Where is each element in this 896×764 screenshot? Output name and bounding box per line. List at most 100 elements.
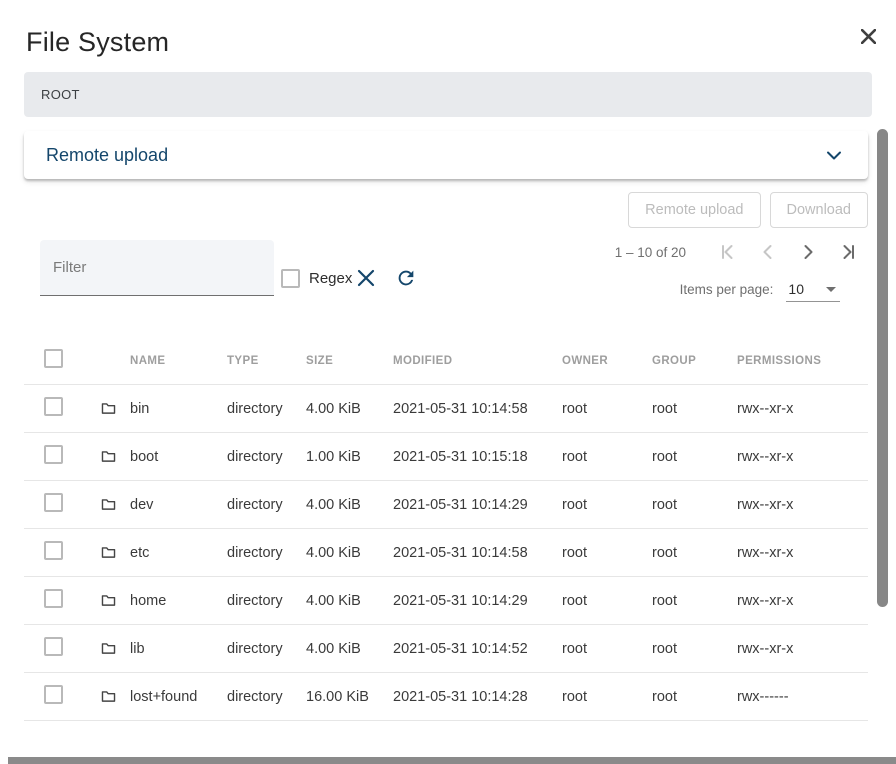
file-modified: 2021-05-31 10:14:58 xyxy=(393,545,562,561)
row-checkbox[interactable] xyxy=(44,445,63,464)
file-name[interactable]: boot xyxy=(130,449,158,465)
folder-icon xyxy=(100,592,117,609)
items-per-page-label: Items per page: xyxy=(680,282,774,297)
last-page-button[interactable] xyxy=(828,234,868,270)
file-size: 1.00 KiB xyxy=(306,449,393,465)
regex-option: Regex xyxy=(281,262,352,294)
clear-filter-button[interactable] xyxy=(353,265,379,291)
file-group: root xyxy=(652,545,737,561)
file-permissions: rwx--xr-x xyxy=(737,641,868,657)
file-group: root xyxy=(652,497,737,513)
panel-title: Remote upload xyxy=(46,145,168,166)
header-modified: MODIFIED xyxy=(393,355,562,367)
horizontal-scrollbar-thumb[interactable] xyxy=(8,757,896,764)
toolbar: Remote upload Download xyxy=(628,192,868,228)
file-name[interactable]: bin xyxy=(130,401,149,417)
select-all-checkbox[interactable] xyxy=(44,349,63,368)
last-page-icon xyxy=(836,240,860,264)
table-row[interactable]: lib directory 4.00 KiB 2021-05-31 10:14:… xyxy=(24,625,868,673)
file-owner: root xyxy=(562,497,652,513)
file-group: root xyxy=(652,449,737,465)
table-row[interactable]: lost+found directory 16.00 KiB 2021-05-3… xyxy=(24,673,868,721)
row-checkbox[interactable] xyxy=(44,685,63,704)
dropdown-caret-icon xyxy=(826,287,836,292)
file-permissions: rwx--xr-x xyxy=(737,497,868,513)
clear-icon xyxy=(356,268,376,288)
regex-label: Regex xyxy=(309,270,352,287)
paginator-range-label: 1 – 10 of 20 xyxy=(615,245,686,260)
file-modified: 2021-05-31 10:14:29 xyxy=(393,497,562,513)
paginator: 1 – 10 of 20 xyxy=(615,234,868,270)
file-type: directory xyxy=(227,401,306,417)
folder-icon xyxy=(100,496,117,513)
file-owner: root xyxy=(562,401,652,417)
row-checkbox[interactable] xyxy=(44,541,63,560)
file-group: root xyxy=(652,689,737,705)
vertical-scrollbar-thumb[interactable] xyxy=(877,129,888,607)
header-permissions: PERMISSIONS xyxy=(737,355,868,367)
items-per-page-value: 10 xyxy=(788,281,804,297)
chevron-down-icon xyxy=(822,143,846,167)
file-size: 4.00 KiB xyxy=(306,593,393,609)
remote-upload-button[interactable]: Remote upload xyxy=(628,192,760,228)
download-button[interactable]: Download xyxy=(770,192,869,228)
file-type: directory xyxy=(227,449,306,465)
file-type: directory xyxy=(227,593,306,609)
previous-page-icon xyxy=(756,240,780,264)
previous-page-button[interactable] xyxy=(748,234,788,270)
file-modified: 2021-05-31 10:14:52 xyxy=(393,641,562,657)
filter-input[interactable] xyxy=(40,259,274,276)
file-type: directory xyxy=(227,689,306,705)
first-page-button[interactable] xyxy=(708,234,748,270)
file-name[interactable]: home xyxy=(130,593,166,609)
folder-icon xyxy=(100,544,117,561)
table-row[interactable]: bin directory 4.00 KiB 2021-05-31 10:14:… xyxy=(24,385,868,433)
file-type: directory xyxy=(227,497,306,513)
file-table: NAME TYPE SIZE MODIFIED OWNER GROUP PERM… xyxy=(24,337,868,721)
table-row[interactable]: dev directory 4.00 KiB 2021-05-31 10:14:… xyxy=(24,481,868,529)
file-permissions: rwx--xr-x xyxy=(737,545,868,561)
next-page-icon xyxy=(796,240,820,264)
file-owner: root xyxy=(562,641,652,657)
file-permissions: rwx--xr-x xyxy=(737,593,868,609)
header-group: GROUP xyxy=(652,355,737,367)
file-name[interactable]: dev xyxy=(130,497,153,513)
file-modified: 2021-05-31 10:14:58 xyxy=(393,401,562,417)
filter-field xyxy=(40,240,274,296)
file-permissions: rwx------ xyxy=(737,689,868,705)
next-page-button[interactable] xyxy=(788,234,828,270)
row-checkbox[interactable] xyxy=(44,637,63,656)
file-group: root xyxy=(652,401,737,417)
file-size: 4.00 KiB xyxy=(306,401,393,417)
table-header-row: NAME TYPE SIZE MODIFIED OWNER GROUP PERM… xyxy=(24,337,868,385)
file-modified: 2021-05-31 10:14:28 xyxy=(393,689,562,705)
file-name[interactable]: lost+found xyxy=(130,689,197,705)
refresh-button[interactable] xyxy=(393,265,419,291)
items-per-page-select[interactable]: 10 xyxy=(786,281,840,302)
file-type: directory xyxy=(227,545,306,561)
file-type: directory xyxy=(227,641,306,657)
folder-icon xyxy=(100,400,117,417)
header-name: NAME xyxy=(100,355,227,367)
table-row[interactable]: home directory 4.00 KiB 2021-05-31 10:14… xyxy=(24,577,868,625)
regex-checkbox[interactable] xyxy=(281,269,300,288)
file-owner: root xyxy=(562,449,652,465)
remote-upload-panel-header[interactable]: Remote upload xyxy=(24,131,868,179)
items-per-page: Items per page: 10 xyxy=(680,281,840,302)
table-row[interactable]: etc directory 4.00 KiB 2021-05-31 10:14:… xyxy=(24,529,868,577)
row-checkbox[interactable] xyxy=(44,493,63,512)
file-size: 4.00 KiB xyxy=(306,641,393,657)
breadcrumb-root-label: ROOT xyxy=(41,87,80,102)
close-button[interactable] xyxy=(856,24,880,48)
file-name[interactable]: etc xyxy=(130,545,149,561)
row-checkbox[interactable] xyxy=(44,397,63,416)
folder-icon xyxy=(100,640,117,657)
file-size: 16.00 KiB xyxy=(306,689,393,705)
table-row[interactable]: boot directory 1.00 KiB 2021-05-31 10:15… xyxy=(24,433,868,481)
header-owner: OWNER xyxy=(562,355,652,367)
file-name[interactable]: lib xyxy=(130,641,145,657)
table-body: bin directory 4.00 KiB 2021-05-31 10:14:… xyxy=(24,385,868,721)
row-checkbox[interactable] xyxy=(44,589,63,608)
breadcrumb[interactable]: ROOT xyxy=(24,72,872,117)
folder-icon xyxy=(100,688,117,705)
